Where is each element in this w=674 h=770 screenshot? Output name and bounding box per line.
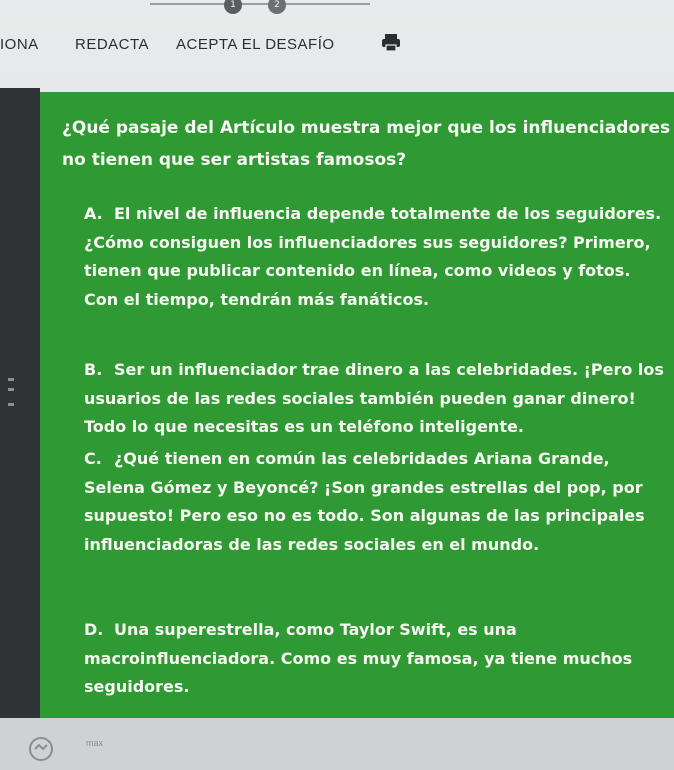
tab-redacta[interactable]: REDACTA (75, 36, 149, 53)
answer-option-d[interactable]: D. Una superestrella, como Taylor Swift, … (84, 616, 664, 702)
progress-step-2[interactable]: 2 (268, 0, 286, 14)
screen: 1 2 IONA REDACTA ACEPTA EL DESAFÍO ¿Qué … (0, 0, 674, 770)
option-text: Ser un influenciador trae dinero a las c… (84, 360, 664, 436)
progress-track (150, 3, 370, 5)
question-card: ¿Qué pasaje del Artículo muestra mejor q… (40, 92, 674, 718)
sidebar-tick (8, 388, 14, 391)
app-icon[interactable] (26, 734, 56, 764)
question-text: ¿Qué pasaje del Artículo muestra mejor q… (62, 118, 671, 170)
sidebar-tick (8, 378, 14, 381)
option-letter: A. (84, 204, 103, 223)
option-letter: B. (84, 360, 103, 379)
progress-step-1[interactable]: 1 (224, 0, 242, 14)
option-text: ¿Qué tienen en común las celebridades Ar… (84, 449, 645, 554)
answer-option-a[interactable]: A. El nivel de influencia depende totalme… (84, 200, 664, 314)
answer-option-c[interactable]: C. ¿Qué tienen en común las celebridades … (84, 445, 664, 559)
option-letter: C. (84, 449, 102, 468)
answer-option-b[interactable]: B. Ser un influenciador trae dinero a las… (84, 356, 664, 442)
progress-indicator: 1 2 (150, 0, 450, 18)
option-text: El nivel de influencia depende totalment… (84, 204, 662, 309)
option-letter: D. (84, 620, 104, 639)
option-text: Una superestrella, como Taylor Swift, es… (84, 620, 633, 696)
tab-selecciona[interactable]: IONA (0, 36, 39, 53)
bottom-bar: max (0, 718, 674, 770)
tab-acepta-el-desafio[interactable]: ACEPTA EL DESAFÍO (176, 36, 335, 53)
left-sidebar-edge (0, 88, 40, 718)
brand-logo-text: max (86, 738, 104, 748)
sidebar-tick (8, 403, 14, 406)
top-nav: IONA REDACTA ACEPTA EL DESAFÍO (0, 32, 674, 58)
printer-icon[interactable] (380, 32, 402, 54)
